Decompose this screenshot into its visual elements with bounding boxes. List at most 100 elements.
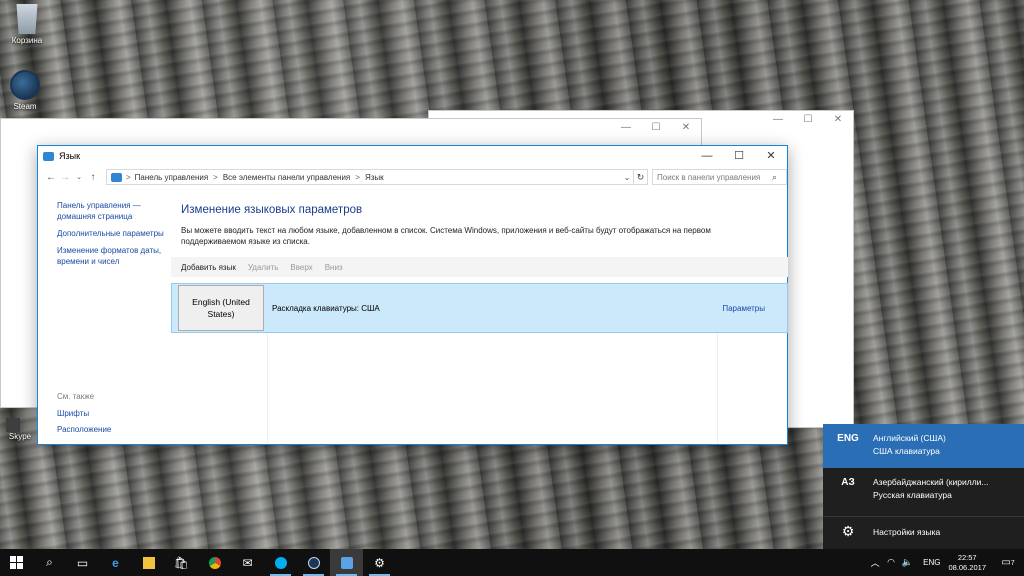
clock-time: 22:57 xyxy=(957,552,977,562)
remove-language-button[interactable]: Удалить xyxy=(248,263,279,272)
edge-icon: e xyxy=(112,555,119,570)
keyboard-layout: Раскладка клавиатуры: США xyxy=(272,303,380,313)
chevron-down-icon[interactable]: ⌄ xyxy=(621,173,633,182)
title-bar[interactable]: Язык — ☐ ✕ xyxy=(38,146,787,166)
minimize-icon[interactable]: — xyxy=(611,119,641,137)
skype-button[interactable] xyxy=(264,549,297,576)
back-arrow-icon[interactable]: ← xyxy=(44,172,58,183)
clock-date: 08.06.2017 xyxy=(948,562,986,572)
clock[interactable]: 22:57 08.06.2017 xyxy=(948,553,986,573)
task-view-icon: ▭ xyxy=(76,555,89,570)
language-list-item[interactable]: English (United States) Раскладка клавиа… xyxy=(171,283,788,333)
steam-button[interactable] xyxy=(297,549,330,576)
mail-button[interactable]: ✉ xyxy=(231,549,264,576)
refresh-icon[interactable]: ↻ xyxy=(634,169,648,185)
breadcrumb-separator: > xyxy=(213,172,218,182)
language-toolbar: Добавить язык Удалить Вверх Вниз xyxy=(171,257,788,277)
breadcrumb-separator: > xyxy=(126,172,131,182)
language-options-link[interactable]: Параметры xyxy=(722,304,765,313)
column-divider xyxy=(267,333,268,444)
keyboard-name: Русская клавиатура xyxy=(873,490,952,500)
folder-icon xyxy=(142,556,155,569)
wifi-icon[interactable]: ◠ xyxy=(883,557,899,568)
minimize-button[interactable]: — xyxy=(691,146,723,166)
language-name: Азербайджанский (кирилли... xyxy=(873,477,989,487)
volume-icon[interactable]: 🔈 xyxy=(899,557,915,568)
maximize-button[interactable]: ☐ xyxy=(723,146,755,166)
control-panel-home-link[interactable]: Панель управления — домашняя страница xyxy=(57,200,171,222)
desktop-icon-label: Skype xyxy=(8,432,32,441)
recycle-bin-icon xyxy=(16,4,38,34)
breadcrumb-item[interactable]: Панель управления xyxy=(135,173,209,182)
language-window[interactable]: Язык — ☐ ✕ ← → ⌄ ↑ > Панель управления >… xyxy=(37,145,788,445)
language-code: АЗ xyxy=(841,477,855,488)
input-language-indicator[interactable]: ENG xyxy=(923,558,940,567)
breadcrumb-item[interactable]: Язык xyxy=(365,173,384,182)
action-center-button[interactable]: ▭7 xyxy=(996,557,1020,568)
gear-icon: ⚙ xyxy=(374,555,385,570)
up-arrow-icon[interactable]: ↑ xyxy=(86,172,100,183)
maximize-icon[interactable]: ☐ xyxy=(793,111,823,129)
close-button[interactable]: ✕ xyxy=(755,146,787,166)
store-icon: 🛍 xyxy=(173,555,190,570)
move-down-button[interactable]: Вниз xyxy=(325,263,343,272)
file-explorer-button[interactable] xyxy=(132,549,165,576)
input-language-eng[interactable]: ENG Английский (США) США клавиатура xyxy=(823,424,1024,468)
close-icon[interactable]: ✕ xyxy=(823,111,853,129)
desktop-icon-steam[interactable]: Steam xyxy=(0,70,50,111)
window-title: Язык xyxy=(59,151,81,161)
mail-icon: ✉ xyxy=(242,555,253,570)
settings-button[interactable]: ⚙ xyxy=(363,549,396,576)
edge-button[interactable]: e xyxy=(99,549,132,576)
search-button[interactable]: ⌕ xyxy=(33,549,66,576)
breadcrumb-item[interactable]: Все элементы панели управления xyxy=(223,173,350,182)
input-language-az[interactable]: АЗ Азербайджанский (кирилли... Русская к… xyxy=(823,468,1024,510)
chevron-up-icon[interactable]: ︿ xyxy=(867,556,883,569)
left-pane: Панель управления — домашняя страница До… xyxy=(38,188,171,444)
see-also-header: См. также xyxy=(57,392,95,401)
system-tray: ︿ ◠ 🔈 ENG 22:57 08.06.2017 ▭7 xyxy=(867,549,1024,576)
chrome-button[interactable] xyxy=(198,549,231,576)
search-icon: ⌕ xyxy=(46,555,53,569)
language-settings-link[interactable]: ⚙ Настройки языка xyxy=(823,516,1024,546)
windows-logo-icon xyxy=(10,556,23,569)
fonts-link[interactable]: Шрифты xyxy=(57,408,111,419)
location-link[interactable]: Расположение xyxy=(57,424,111,435)
maximize-icon[interactable]: ☐ xyxy=(641,119,671,137)
control-panel-icon xyxy=(111,172,122,182)
recent-chevron-icon[interactable]: ⌄ xyxy=(72,173,86,181)
page-description: Вы можете вводить текст на любом языке, … xyxy=(181,226,711,246)
desktop-icon-label: Steam xyxy=(13,102,37,111)
desktop-icon-skype[interactable]: Skype xyxy=(0,418,40,441)
move-up-button[interactable]: Вверх xyxy=(290,263,312,272)
skype-icon xyxy=(6,418,20,432)
notification-icon: ▭ xyxy=(1001,557,1011,568)
control-panel-icon xyxy=(43,151,54,161)
see-also-section: См. также Шрифты Расположение xyxy=(57,392,111,440)
breadcrumb-separator: > xyxy=(355,172,360,182)
address-bar: ← → ⌄ ↑ > Панель управления > Все элемен… xyxy=(38,166,787,188)
steam-icon xyxy=(307,556,320,569)
date-time-formats-link[interactable]: Изменение форматов даты, времени и чисел xyxy=(57,245,171,267)
language-name: English (United States) xyxy=(178,285,264,331)
advanced-settings-link[interactable]: Дополнительные параметры xyxy=(57,228,171,239)
taskbar: ⌕ ▭ e 🛍 ✉ ⚙ ︿ ◠ 🔈 ENG 22:57 08.06.2017 ▭… xyxy=(0,549,1024,576)
start-button[interactable] xyxy=(0,549,33,576)
store-button[interactable]: 🛍 xyxy=(165,549,198,576)
notification-count: 7 xyxy=(1010,560,1015,567)
close-icon[interactable]: ✕ xyxy=(671,119,701,137)
desktop-icon-label: Корзина xyxy=(11,36,43,45)
add-language-button[interactable]: Добавить язык xyxy=(181,263,236,272)
forward-arrow-icon[interactable]: → xyxy=(58,172,72,183)
control-panel-button[interactable] xyxy=(330,549,363,576)
chrome-icon xyxy=(208,556,221,569)
desktop-icon-recycle-bin[interactable]: Корзина xyxy=(2,4,52,45)
language-settings-label: Настройки языка xyxy=(873,526,941,537)
task-view-button[interactable]: ▭ xyxy=(66,549,99,576)
search-input[interactable] xyxy=(657,172,772,182)
minimize-icon[interactable]: — xyxy=(763,111,793,129)
skype-icon xyxy=(274,556,287,569)
breadcrumb[interactable]: > Панель управления > Все элементы панел… xyxy=(106,169,634,185)
language-code: ENG xyxy=(837,433,859,444)
search-icon[interactable]: ⌕ xyxy=(772,172,782,183)
